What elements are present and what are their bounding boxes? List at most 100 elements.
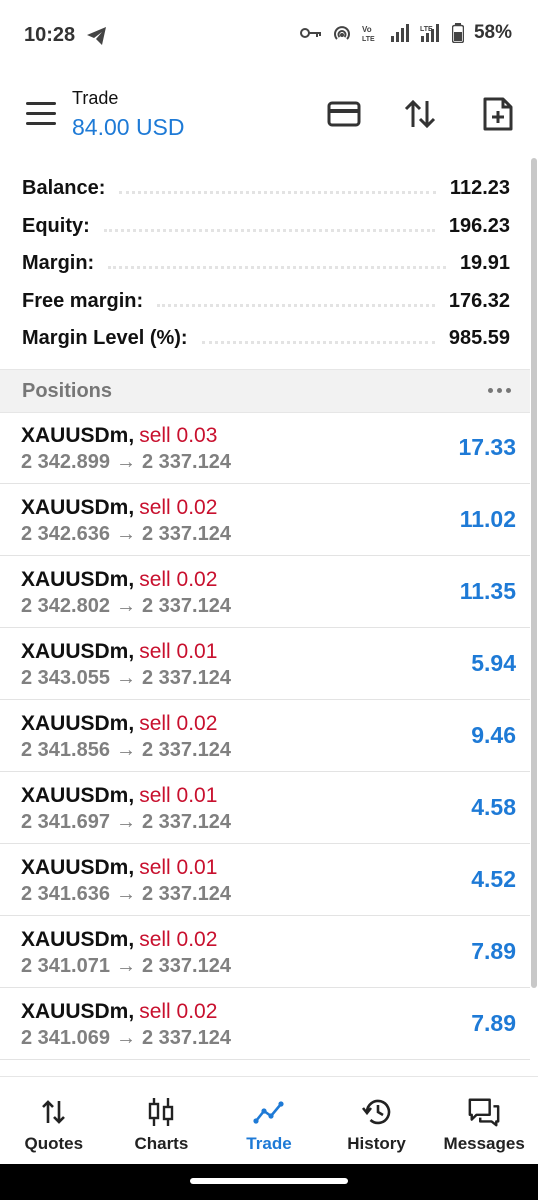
margin-level-row: Margin Level (%): 985.59: [0, 320, 530, 358]
open-price: 2 342.802: [21, 595, 110, 617]
arrow-right-icon: →: [115, 1027, 136, 1049]
equity-value: 196.23: [448, 214, 510, 237]
more-options-icon[interactable]: [484, 378, 514, 402]
open-price: 2 343.055: [21, 667, 110, 689]
open-price: 2 341.697: [21, 811, 110, 833]
nav-label: Charts: [134, 1134, 189, 1153]
free-margin-label: Free margin:: [22, 289, 144, 312]
open-price: 2 342.899: [21, 451, 110, 473]
positions-title: Positions: [22, 380, 113, 402]
position-type: sell 0.02: [139, 1000, 218, 1023]
nav-trade[interactable]: Trade: [215, 1077, 323, 1165]
dotted-leader: [157, 303, 435, 307]
position-symbol: XAUUSDm,: [21, 496, 135, 519]
status-bar: 10:28 Vo LTE LTE 58%: [0, 0, 538, 70]
position-profit: 7.89: [471, 1010, 516, 1036]
scrollbar[interactable]: [530, 158, 538, 1078]
messages-icon: [467, 1095, 501, 1129]
position-row[interactable]: XAUUSDm, sell 0.02 2 341.856 → 2 337.124 9.…: [0, 700, 530, 772]
position-symbol: XAUUSDm,: [21, 424, 135, 447]
arrow-right-icon: →: [115, 955, 136, 977]
nav-quotes[interactable]: Quotes: [0, 1077, 108, 1165]
position-profit: 11.02: [459, 506, 516, 532]
position-profit: 17.33: [458, 434, 516, 460]
current-price: 2 337.124: [141, 955, 231, 977]
position-type: sell 0.01: [139, 856, 218, 879]
current-price: 2 337.124: [141, 667, 231, 689]
position-profit: 5.94: [471, 650, 516, 676]
balance-value: 112.23: [449, 177, 510, 200]
position-symbol: XAUUSDm,: [21, 640, 135, 663]
home-gesture-handle[interactable]: [190, 1178, 348, 1184]
position-row[interactable]: XAUUSDm, sell 0.02 2 342.802 → 2 337.124 11…: [0, 556, 530, 628]
position-type: sell 0.02: [139, 496, 218, 519]
equity-label: Equity:: [22, 214, 90, 237]
card-icon[interactable]: [324, 94, 364, 134]
free-margin-value: 176.32: [448, 289, 510, 312]
current-price: 2 337.124: [141, 451, 231, 473]
position-row[interactable]: XAUUSDm, sell 0.01 2 341.636 → 2 337.124 4.…: [0, 844, 530, 916]
system-navigation-bar: [0, 1164, 538, 1200]
history-icon: [360, 1095, 394, 1129]
nav-label: Trade: [246, 1134, 292, 1153]
equity-row: Equity: 196.23: [0, 208, 530, 246]
app-header: Trade 84.00 USD: [0, 70, 538, 158]
position-row[interactable]: XAUUSDm, sell 0.01 2 341.697 → 2 337.124 4.…: [0, 772, 530, 844]
position-symbol: XAUUSDm,: [21, 856, 135, 879]
position-symbol: XAUUSDm,: [21, 784, 135, 807]
position-type: sell 0.01: [139, 784, 218, 807]
arrow-right-icon: →: [115, 595, 136, 617]
lte-signal-icon: LTE: [420, 24, 442, 42]
position-profit: 7.89: [471, 938, 516, 964]
nav-history[interactable]: History: [323, 1077, 431, 1165]
status-icons: Vo LTE LTE 58%: [299, 22, 512, 44]
current-price: 2 337.124: [141, 1027, 231, 1049]
open-price: 2 342.636: [21, 523, 110, 545]
scrollbar-thumb[interactable]: [531, 158, 537, 988]
battery-icon: [451, 23, 464, 43]
charts-icon: [144, 1095, 178, 1129]
arrow-right-icon: →: [115, 739, 136, 761]
margin-label: Margin:: [22, 252, 95, 275]
position-type: sell 0.02: [139, 568, 218, 591]
page-title: Trade: [72, 88, 119, 108]
signal-icon: [390, 24, 410, 42]
svg-text:Vo: Vo: [362, 25, 372, 34]
new-order-icon[interactable]: [478, 94, 518, 134]
margin-level-value: 985.59: [448, 327, 510, 350]
position-symbol: XAUUSDm,: [21, 928, 135, 951]
open-price: 2 341.856: [21, 739, 110, 761]
margin-level-label: Margin Level (%):: [22, 327, 188, 350]
status-time: 10:28: [24, 24, 76, 46]
current-price: 2 337.124: [141, 811, 231, 833]
position-type: sell 0.03: [139, 424, 218, 447]
position-row[interactable]: XAUUSDm, sell 0.01 2 343.055 → 2 337.124 5.…: [0, 628, 530, 700]
position-symbol: XAUUSDm,: [21, 712, 135, 735]
header-balance: 84.00 USD: [72, 114, 185, 140]
position-profit: 4.58: [471, 794, 516, 820]
dotted-leader: [108, 266, 446, 270]
position-row[interactable]: XAUUSDm, sell 0.02 2 341.069 → 2 337.124 7.…: [0, 988, 530, 1060]
arrow-right-icon: →: [115, 667, 136, 689]
arrow-right-icon: →: [115, 883, 136, 905]
position-type: sell 0.02: [139, 928, 218, 951]
current-price: 2 337.124: [141, 595, 231, 617]
current-price: 2 337.124: [141, 883, 231, 905]
volte-icon: Vo LTE: [362, 23, 380, 43]
position-row[interactable]: XAUUSDm, sell 0.02 2 342.636 → 2 337.124 11…: [0, 484, 530, 556]
trade-icon: [252, 1095, 286, 1129]
nav-charts[interactable]: Charts: [108, 1077, 216, 1165]
margin-row: Margin: 19.91: [0, 245, 530, 283]
open-price: 2 341.069: [21, 1027, 110, 1049]
menu-icon[interactable]: [26, 102, 56, 126]
nav-label: Quotes: [24, 1134, 84, 1153]
sort-icon[interactable]: [400, 94, 440, 134]
positions-list: XAUUSDm, sell 0.03 2 342.899 → 2 337.124 17…: [0, 412, 530, 1060]
position-row[interactable]: XAUUSDm, sell 0.03 2 342.899 → 2 337.124 17…: [0, 412, 530, 484]
position-row[interactable]: XAUUSDm, sell 0.02 2 341.071 → 2 337.124 7.…: [0, 916, 530, 988]
free-margin-row: Free margin: 176.32: [0, 283, 530, 321]
dotted-leader: [201, 341, 435, 345]
position-type: sell 0.02: [139, 712, 218, 735]
nav-messages[interactable]: Messages: [430, 1077, 538, 1165]
current-price: 2 337.124: [141, 523, 231, 545]
